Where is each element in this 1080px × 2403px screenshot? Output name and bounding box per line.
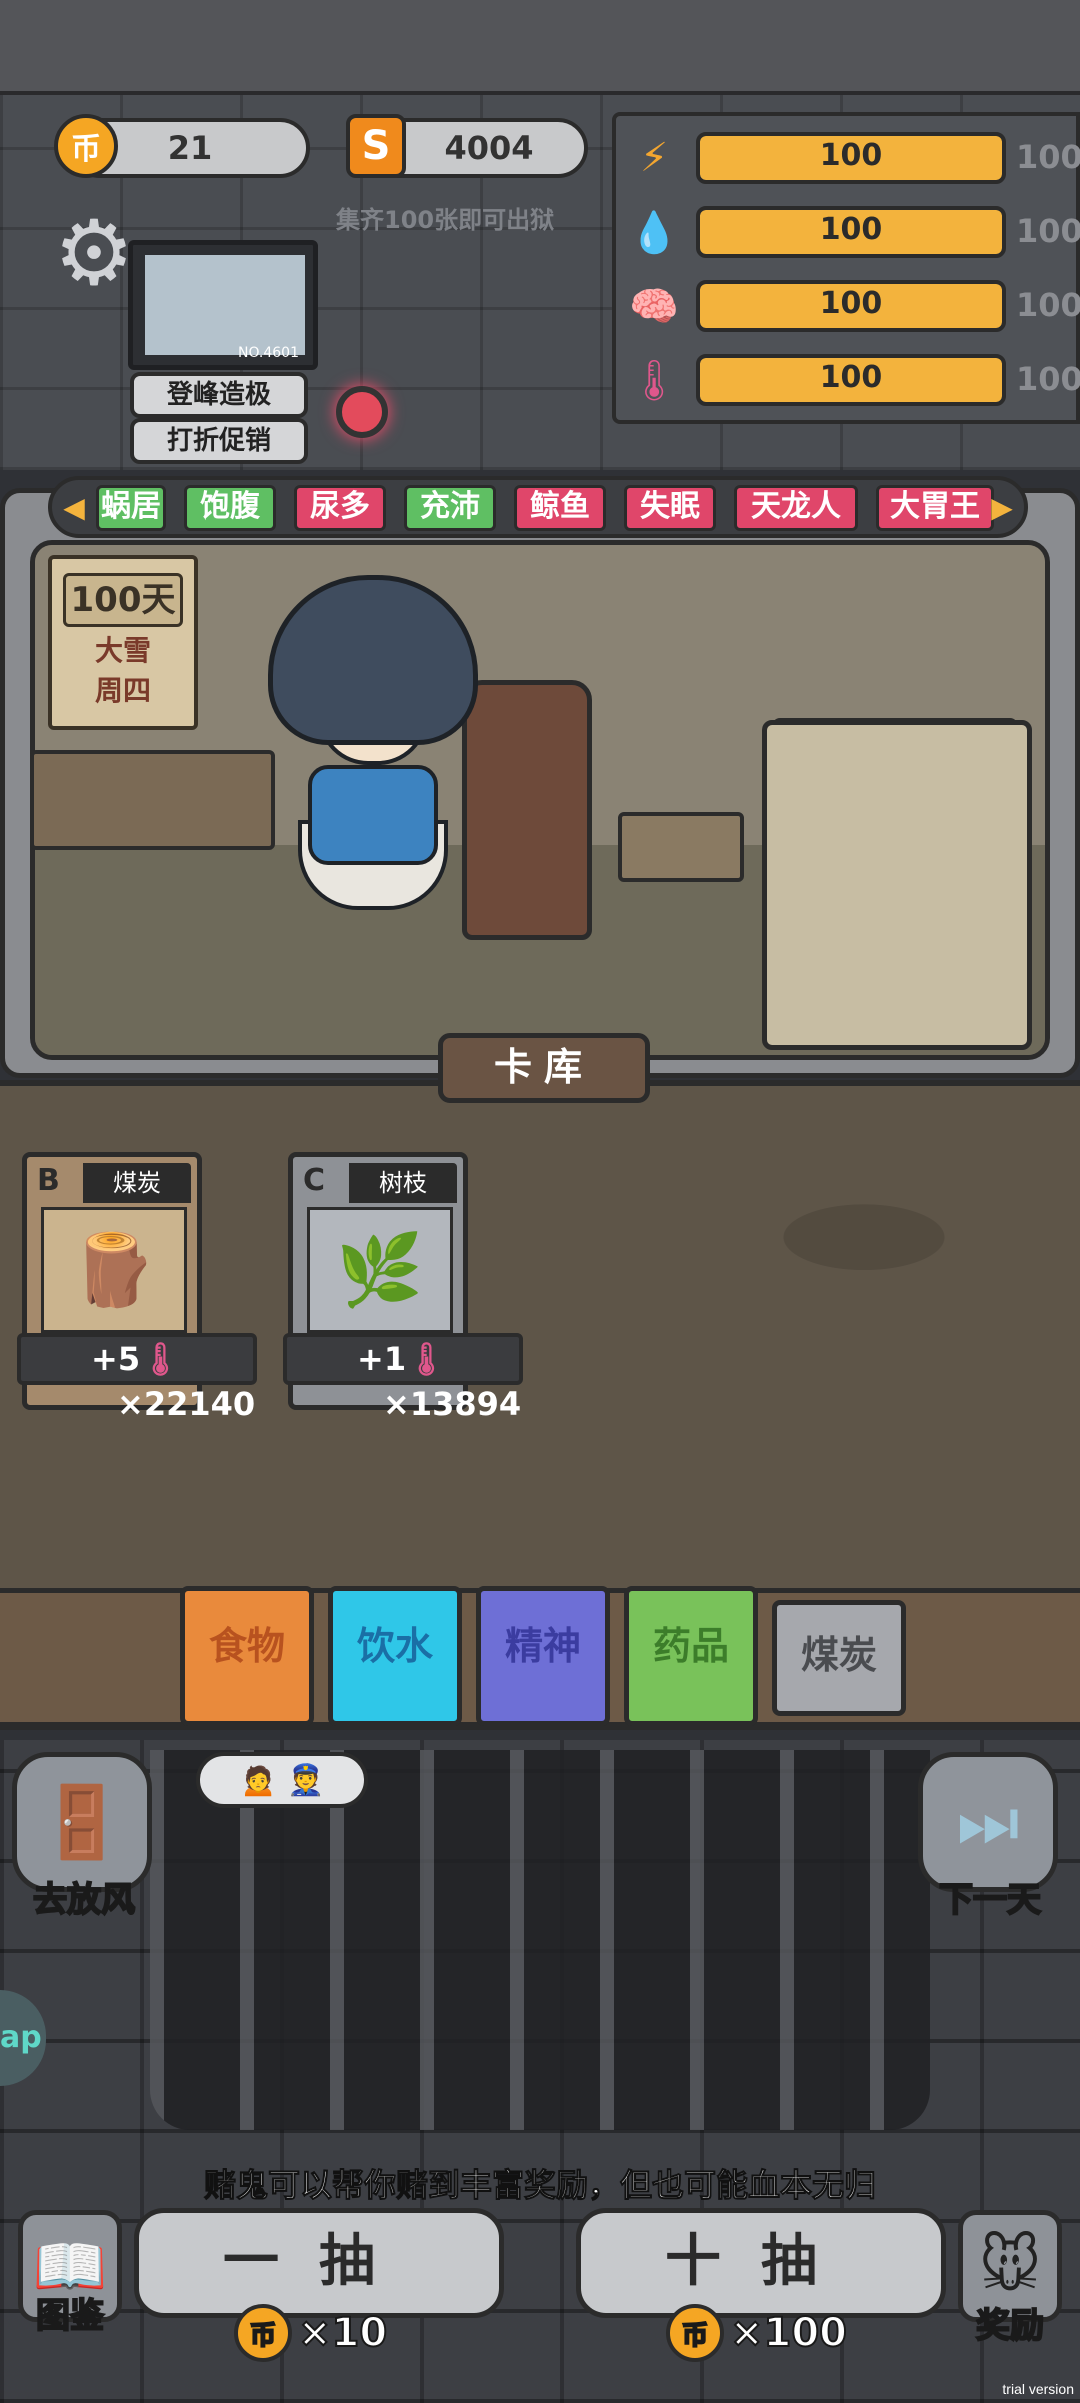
door-icon: 🚪 <box>38 1780 126 1863</box>
ten-cost-value: ×100 <box>729 2309 848 2357</box>
card-name: 树枝 <box>349 1163 457 1203</box>
card-coal[interactable]: B 煤炭 🪵 +5🌡 ×22140 <box>17 1152 257 1423</box>
peak-button[interactable]: 登峰造极 <box>130 372 308 418</box>
lightning-icon: ⚡ <box>639 135 669 181</box>
category-tab-medicine[interactable]: 药品 <box>624 1586 758 1726</box>
go-outside-button[interactable]: 🚪 <box>12 1752 152 1892</box>
card-grade: C <box>303 1163 326 1198</box>
prisoner-character[interactable] <box>268 575 478 910</box>
prisoner-face-icon: 🙍 <box>239 1762 277 1798</box>
stat-value: 100 <box>819 360 883 395</box>
bed[interactable] <box>762 720 1032 1050</box>
collect-hint: 集齐100张即可出狱 <box>336 206 555 234</box>
day-count: 100天 <box>63 573 183 627</box>
single-draw-cost: 币 ×10 <box>234 2304 388 2362</box>
wooden-stool <box>618 812 744 882</box>
tag-item[interactable]: 饱腹 <box>184 485 276 531</box>
weekday: 周四 <box>94 674 151 707</box>
tag-item[interactable]: 蜗居 <box>96 485 166 531</box>
thermometer-icon: 🌡 <box>628 357 680 404</box>
stat-value: 100 <box>819 138 883 173</box>
card-effect: +5🌡 <box>17 1333 257 1385</box>
category-tab-mind[interactable]: 精神 <box>476 1586 610 1726</box>
next-track-icon: ⏭ <box>956 1780 1020 1863</box>
card-count: ×22140 <box>117 1385 256 1423</box>
effect-value: +1 <box>357 1340 407 1378</box>
go-outside-label: 去放风 <box>32 1879 136 1921</box>
character-hair <box>268 575 478 745</box>
guard-face-icon: 👮 <box>287 1762 325 1798</box>
card-count: ×13894 <box>383 1385 522 1423</box>
character-body <box>308 765 438 865</box>
stat-value: 100 <box>819 212 883 247</box>
effect-value: +5 <box>91 1340 141 1378</box>
day-calendar: 100天 大雪 周四 <box>48 555 198 730</box>
stat-mind: 🧠 100 100 <box>626 276 1080 336</box>
stat-max: 100 <box>1016 286 1080 324</box>
coin-icon: 币 <box>54 114 118 178</box>
alarm-light <box>336 386 388 438</box>
ten-draw-button[interactable]: 十抽 <box>576 2208 946 2318</box>
single-cost-value: ×10 <box>297 2309 388 2357</box>
stat-temperature: 🌡 100 100 <box>626 350 1080 410</box>
brain-icon: 🧠 <box>629 283 679 330</box>
trait-tag-strip[interactable]: ◀ 蜗居 饱腹 尿多 充沛 鲸鱼 失眠 天龙人 大胃王 ▶ <box>48 476 1028 538</box>
ceiling <box>0 0 1080 95</box>
coin-icon: 币 <box>234 2304 292 2362</box>
category-tab-coal[interactable]: 煤炭 <box>772 1600 906 1716</box>
category-tab-water[interactable]: 饮水 <box>328 1586 462 1726</box>
card-name: 煤炭 <box>83 1163 191 1203</box>
next-day-label: 下一天 <box>938 1879 1042 1921</box>
gambler-tip: 赌鬼可以帮你赌到丰富奖励，但也可能血本无归 <box>203 2166 876 2205</box>
card-branch[interactable]: C 树枝 🌿 +1🌡 ×13894 <box>283 1152 523 1423</box>
tag-item[interactable]: 鲸鱼 <box>514 485 606 531</box>
tag-item[interactable]: 失眠 <box>624 485 716 531</box>
mouse-icon: 🐭 <box>978 2231 1042 2301</box>
prisoner-number: NO.4601 <box>237 345 299 361</box>
category-tab-food[interactable]: 食物 <box>180 1586 314 1726</box>
ten-draw-cost: 币 ×100 <box>666 2304 848 2362</box>
reward-label: 奖励 <box>975 2305 1045 2347</box>
thermometer-icon: 🌡 <box>406 1340 447 1378</box>
stat-water: 💧 100 100 <box>626 202 1080 262</box>
stat-energy: ⚡ 100 100 <box>626 128 1080 188</box>
scroll-right-icon[interactable]: ▶ <box>986 490 1018 526</box>
coal-stove[interactable] <box>462 680 592 940</box>
next-day-button[interactable]: ⏭ <box>918 1752 1058 1892</box>
s-point-icon: S <box>346 114 406 178</box>
stat-max: 100 <box>1016 360 1080 398</box>
scroll-left-icon[interactable]: ◀ <box>58 490 90 526</box>
thermometer-icon: 🌡 <box>140 1340 181 1378</box>
player-portrait[interactable]: NO.4601 <box>128 240 318 370</box>
single-draw-button[interactable]: 一抽 <box>134 2208 504 2318</box>
thought-bubble: 🙍 👮 <box>196 1752 368 1808</box>
tag-item[interactable]: 充沛 <box>404 485 496 531</box>
tag-item[interactable]: 尿多 <box>294 485 386 531</box>
stat-max: 100 <box>1016 212 1080 250</box>
card-library-title: 卡库 <box>438 1033 650 1103</box>
stats-panel: ⚡ 100 100 💧 100 100 🧠 100 100 🌡 100 100 <box>612 112 1080 424</box>
tag-item[interactable]: 大胃王 <box>876 485 994 531</box>
collection-label: 图鉴 <box>35 2295 105 2337</box>
branch-icon: 🌿 <box>307 1207 453 1333</box>
stat-max: 100 <box>1016 138 1080 176</box>
discount-button[interactable]: 打折促销 <box>130 418 308 464</box>
watermark: trial version <box>1002 2381 1074 2397</box>
card-effect: +1🌡 <box>283 1333 523 1385</box>
coin-icon: 币 <box>666 2304 724 2362</box>
wooden-table <box>30 750 275 850</box>
stat-value: 100 <box>819 286 883 321</box>
card-grade: B <box>37 1163 60 1198</box>
water-drop-icon: 💧 <box>629 209 679 256</box>
tag-item[interactable]: 天龙人 <box>734 485 858 531</box>
portrait-screen <box>145 255 305 355</box>
weather: 大雪 <box>94 634 151 667</box>
coal-icon: 🪵 <box>41 1207 187 1333</box>
